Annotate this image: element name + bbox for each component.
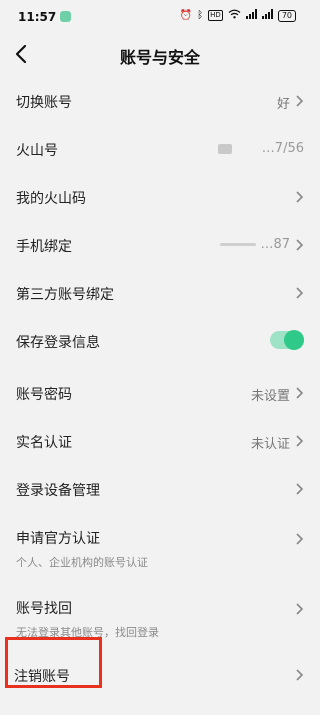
page-title: 账号与安全: [119, 48, 200, 67]
huoshan-id-value: …7/56: [217, 141, 304, 156]
signal-icon: [245, 9, 257, 22]
wifi-icon: [228, 9, 241, 22]
real-name-verification-label: 实名认证: [16, 435, 72, 451]
phone-binding-text: …87: [260, 237, 290, 252]
account-password-value: 未设置: [250, 389, 290, 404]
real-name-verification-value: 未认证: [250, 437, 290, 452]
chevron-right-icon: [294, 482, 304, 496]
switch-account-item[interactable]: 切换账号 好: [0, 78, 320, 124]
huoshan-id-text: …7/56: [261, 141, 304, 156]
chevron-right-icon: [294, 602, 304, 616]
account-recovery-label: 账号找回: [16, 601, 72, 617]
switch-account-label: 切换账号: [16, 95, 72, 111]
real-name-verification-item[interactable]: 实名认证 未认证: [0, 418, 320, 464]
my-qr-code-item[interactable]: 我的火山码: [0, 174, 320, 220]
third-party-binding-label: 第三方账号绑定: [16, 287, 114, 303]
chevron-right-icon: [294, 286, 304, 300]
alarm-icon: ⏰: [179, 10, 193, 21]
save-login-info-label: 保存登录信息: [16, 335, 100, 351]
chevron-right-icon: [294, 532, 304, 546]
account-recovery-item[interactable]: 账号找回 无法登录其他账号，找回登录: [0, 588, 320, 644]
blurred-mask: [220, 243, 257, 246]
huoshan-id-label: 火山号: [16, 143, 58, 159]
hd-icon: HD: [208, 10, 223, 21]
chevron-right-icon: [294, 94, 304, 108]
third-party-binding-item[interactable]: 第三方账号绑定: [0, 270, 320, 316]
header: 账号与安全: [0, 34, 320, 74]
account-password-item[interactable]: 账号密码 未设置: [0, 370, 320, 416]
device-management-item[interactable]: 登录设备管理: [0, 466, 320, 512]
huoshan-id-item: 火山号 …7/56: [0, 126, 320, 172]
my-qr-code-label: 我的火山码: [16, 191, 86, 207]
account-password-label: 账号密码: [16, 387, 72, 403]
status-icons: ⏰ ᛒ HD 70: [180, 9, 296, 22]
toggle-knob: [284, 330, 304, 350]
bluetooth-icon: ᛒ: [197, 10, 204, 21]
phone-binding-item[interactable]: 手机绑定 …87: [0, 222, 320, 268]
blurred-mask: [217, 143, 232, 154]
battery-icon: 70: [277, 9, 296, 22]
official-verification-label: 申请官方认证: [16, 531, 100, 547]
chevron-right-icon: [294, 238, 304, 252]
device-management-label: 登录设备管理: [16, 483, 100, 499]
chevron-right-icon: [294, 190, 304, 204]
official-verification-item[interactable]: 申请官方认证 个人、企业机构的账号认证: [0, 518, 320, 574]
switch-account-value: 好: [276, 97, 290, 112]
save-login-info-item: 保存登录信息: [0, 318, 320, 364]
annotation-highlight-box: [5, 637, 102, 688]
chevron-right-icon: [294, 434, 304, 448]
phone-binding-value: …87: [220, 237, 290, 252]
save-login-toggle[interactable]: [270, 330, 304, 350]
chevron-right-icon: [294, 386, 304, 400]
app-notification-icon: [60, 11, 71, 22]
chevron-right-icon: [294, 668, 304, 682]
signal-icon: [261, 9, 273, 22]
status-time: 11:57: [18, 10, 57, 24]
phone-binding-label: 手机绑定: [16, 239, 72, 255]
official-verification-subtitle: 个人、企业机构的账号认证: [16, 556, 148, 569]
status-bar: 11:57 ⏰ ᛒ HD 70: [0, 0, 320, 34]
